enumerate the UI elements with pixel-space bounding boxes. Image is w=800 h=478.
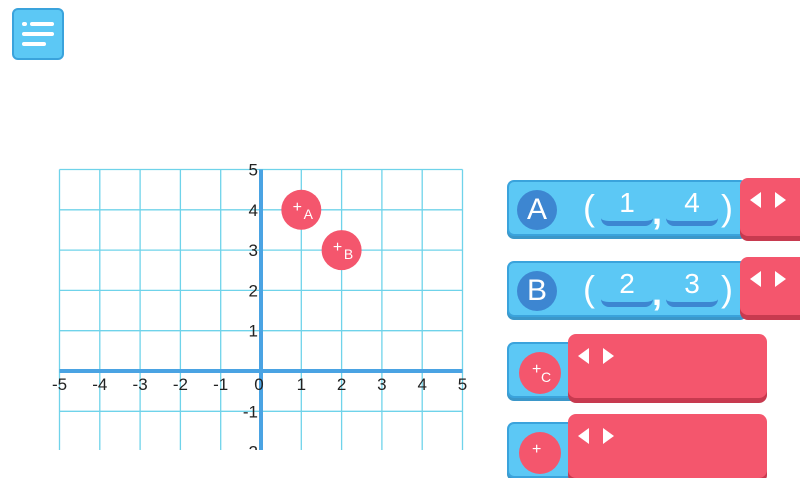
y-tick-label: 4 xyxy=(249,201,258,220)
x-tick-label: 5 xyxy=(458,375,467,394)
point-a-y-input[interactable]: 4 xyxy=(666,186,718,226)
point-b-right-arrow-icon[interactable] xyxy=(775,271,786,287)
point-b-y-input[interactable]: 3 xyxy=(666,267,718,307)
x-tick-label: -2 xyxy=(173,375,188,394)
x-tick-label: -1 xyxy=(213,375,228,394)
point-a-label: A xyxy=(304,206,314,222)
y-tick-label: -1 xyxy=(243,402,258,421)
point-b-label: B xyxy=(344,246,353,262)
point-a-move-panel xyxy=(740,178,800,236)
point-c-move-panel xyxy=(568,334,767,398)
y-tick-label: -2 xyxy=(243,443,258,450)
y-tick-label: 2 xyxy=(249,281,258,300)
point-a-left-arrow-icon[interactable] xyxy=(750,192,761,208)
x-tick-label: 1 xyxy=(297,375,306,394)
point-c-right-arrow-icon[interactable] xyxy=(603,348,614,364)
x-tick-label: 2 xyxy=(337,375,346,394)
point-b-card: B ( 2 , 3 ) xyxy=(507,261,747,317)
y-tick-label: 3 xyxy=(249,241,258,260)
point-c-left-arrow-icon[interactable] xyxy=(578,348,589,364)
point-d-right-arrow-icon[interactable] xyxy=(603,428,614,444)
point-plus-icon: + xyxy=(333,239,342,256)
point-a-card: A ( 1 , 4 ) xyxy=(507,180,747,236)
point-b-x-input[interactable]: 2 xyxy=(601,267,653,307)
x-tick-label: 3 xyxy=(377,375,386,394)
x-tick-label: -4 xyxy=(92,375,107,394)
point-plus-icon: + xyxy=(293,199,302,216)
point-a-badge: A xyxy=(517,190,557,230)
x-tick-label: -5 xyxy=(52,375,67,394)
y-tick-label: 5 xyxy=(249,161,258,180)
point-b-badge: B xyxy=(517,271,557,311)
point-d-left-arrow-icon[interactable] xyxy=(578,428,589,444)
point-b-move-panel xyxy=(740,257,800,315)
point-d-move-panel xyxy=(568,414,767,478)
point-c-card: + C xyxy=(507,342,577,398)
point-a-right-arrow-icon[interactable] xyxy=(775,192,786,208)
point-c-marker[interactable]: + C xyxy=(519,352,561,394)
point-a-x-input[interactable]: 1 xyxy=(601,186,653,226)
x-tick-label: 4 xyxy=(417,375,426,394)
x-tick-label: -3 xyxy=(133,375,148,394)
point-d-marker[interactable]: + xyxy=(519,432,561,474)
point-b-left-arrow-icon[interactable] xyxy=(750,271,761,287)
point-d-card: + xyxy=(507,422,577,478)
y-tick-label: 1 xyxy=(249,322,258,341)
x-tick-label: 0 xyxy=(254,375,263,394)
